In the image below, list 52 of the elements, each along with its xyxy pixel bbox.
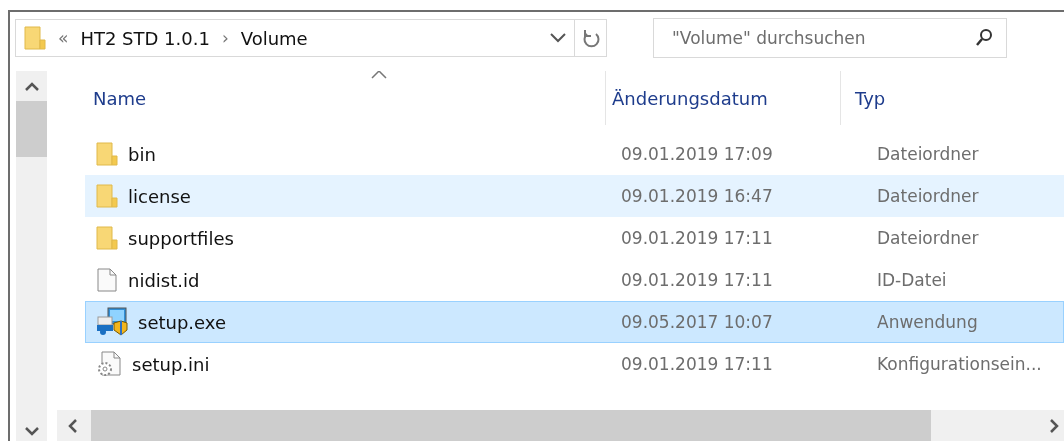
date-modified: 09.01.2019 17:11 bbox=[621, 270, 773, 290]
file-type: Dateiordner bbox=[876, 144, 979, 164]
file-name: nidist.id bbox=[128, 269, 200, 291]
column-header[interactable]: Name bbox=[85, 71, 605, 125]
file-type: Dateiordner bbox=[876, 228, 979, 248]
vertical-scrollbar[interactable] bbox=[16, 71, 47, 441]
scroll-up-icon bbox=[24, 81, 39, 91]
scroll-right-icon bbox=[1050, 418, 1060, 433]
folder-icon bbox=[24, 26, 46, 50]
breadcrumb[interactable]: HT2 STD 1.0.1 bbox=[80, 27, 210, 49]
column-header[interactable]: Änderungsdatum bbox=[605, 71, 840, 125]
breadcrumb[interactable]: Volume bbox=[240, 27, 308, 49]
search-icon[interactable] bbox=[975, 28, 993, 48]
column-header[interactable]: Typ bbox=[840, 71, 1064, 125]
date-modified: 09.01.2019 16:47 bbox=[621, 186, 773, 206]
scroll-left-icon bbox=[67, 418, 77, 433]
file-row[interactable]: bin 09.01.2019 17:09 Dateiordner bbox=[85, 133, 1064, 175]
file-row[interactable]: setup.ini 09.01.2019 17:11 Konfigurationsein... bbox=[85, 343, 1064, 385]
scroll-thumb[interactable] bbox=[16, 101, 47, 157]
date-modified: 09.01.2019 17:09 bbox=[621, 144, 773, 164]
file-type: ID-Datei bbox=[876, 270, 947, 290]
search-field[interactable]: "Volume" durchsuchen bbox=[653, 18, 1007, 58]
file-row[interactable]: setup.exe 09.05.2017 10:07 Anwendung bbox=[85, 301, 1064, 343]
file-row[interactable]: license 09.01.2019 16:47 Dateiordner bbox=[85, 175, 1064, 217]
refresh-icon bbox=[581, 28, 600, 48]
file-name: bin bbox=[128, 143, 156, 165]
date-modified: 09.01.2019 17:11 bbox=[621, 354, 773, 374]
file-name: setup.exe bbox=[138, 311, 226, 333]
file-name: supportfiles bbox=[128, 227, 234, 249]
file-type: Konfigurationsein... bbox=[876, 354, 1042, 374]
overflow-button[interactable]: « bbox=[58, 28, 69, 48]
date-modified: 09.01.2019 17:11 bbox=[621, 228, 773, 248]
date-modified: 09.05.2017 10:07 bbox=[621, 312, 773, 332]
folder-icon bbox=[96, 142, 118, 166]
folder-icon bbox=[96, 184, 118, 208]
folder-icon bbox=[96, 226, 118, 250]
installer-icon bbox=[96, 307, 128, 337]
scroll-thumb[interactable] bbox=[91, 410, 931, 441]
file-icon bbox=[96, 268, 118, 292]
refresh-button[interactable] bbox=[575, 19, 607, 57]
file-name: setup.ini bbox=[132, 353, 210, 375]
file-type: Anwendung bbox=[876, 312, 978, 332]
settings-file-icon bbox=[96, 351, 122, 377]
file-type: Dateiordner bbox=[876, 186, 979, 206]
file-name: license bbox=[128, 185, 191, 207]
file-row[interactable]: supportfiles 09.01.2019 17:11 Dateiordner bbox=[85, 217, 1064, 259]
breadcrumb-separator[interactable]: › bbox=[221, 28, 229, 48]
address-bar[interactable]: « HT2 STD 1.0.1 › Volume bbox=[15, 19, 575, 57]
dropdown-icon bbox=[550, 33, 566, 43]
horizontal-scrollbar[interactable] bbox=[57, 410, 1064, 441]
scroll-down-icon bbox=[24, 427, 39, 437]
file-row[interactable]: nidist.id 09.01.2019 17:11 ID-Datei bbox=[85, 259, 1064, 301]
